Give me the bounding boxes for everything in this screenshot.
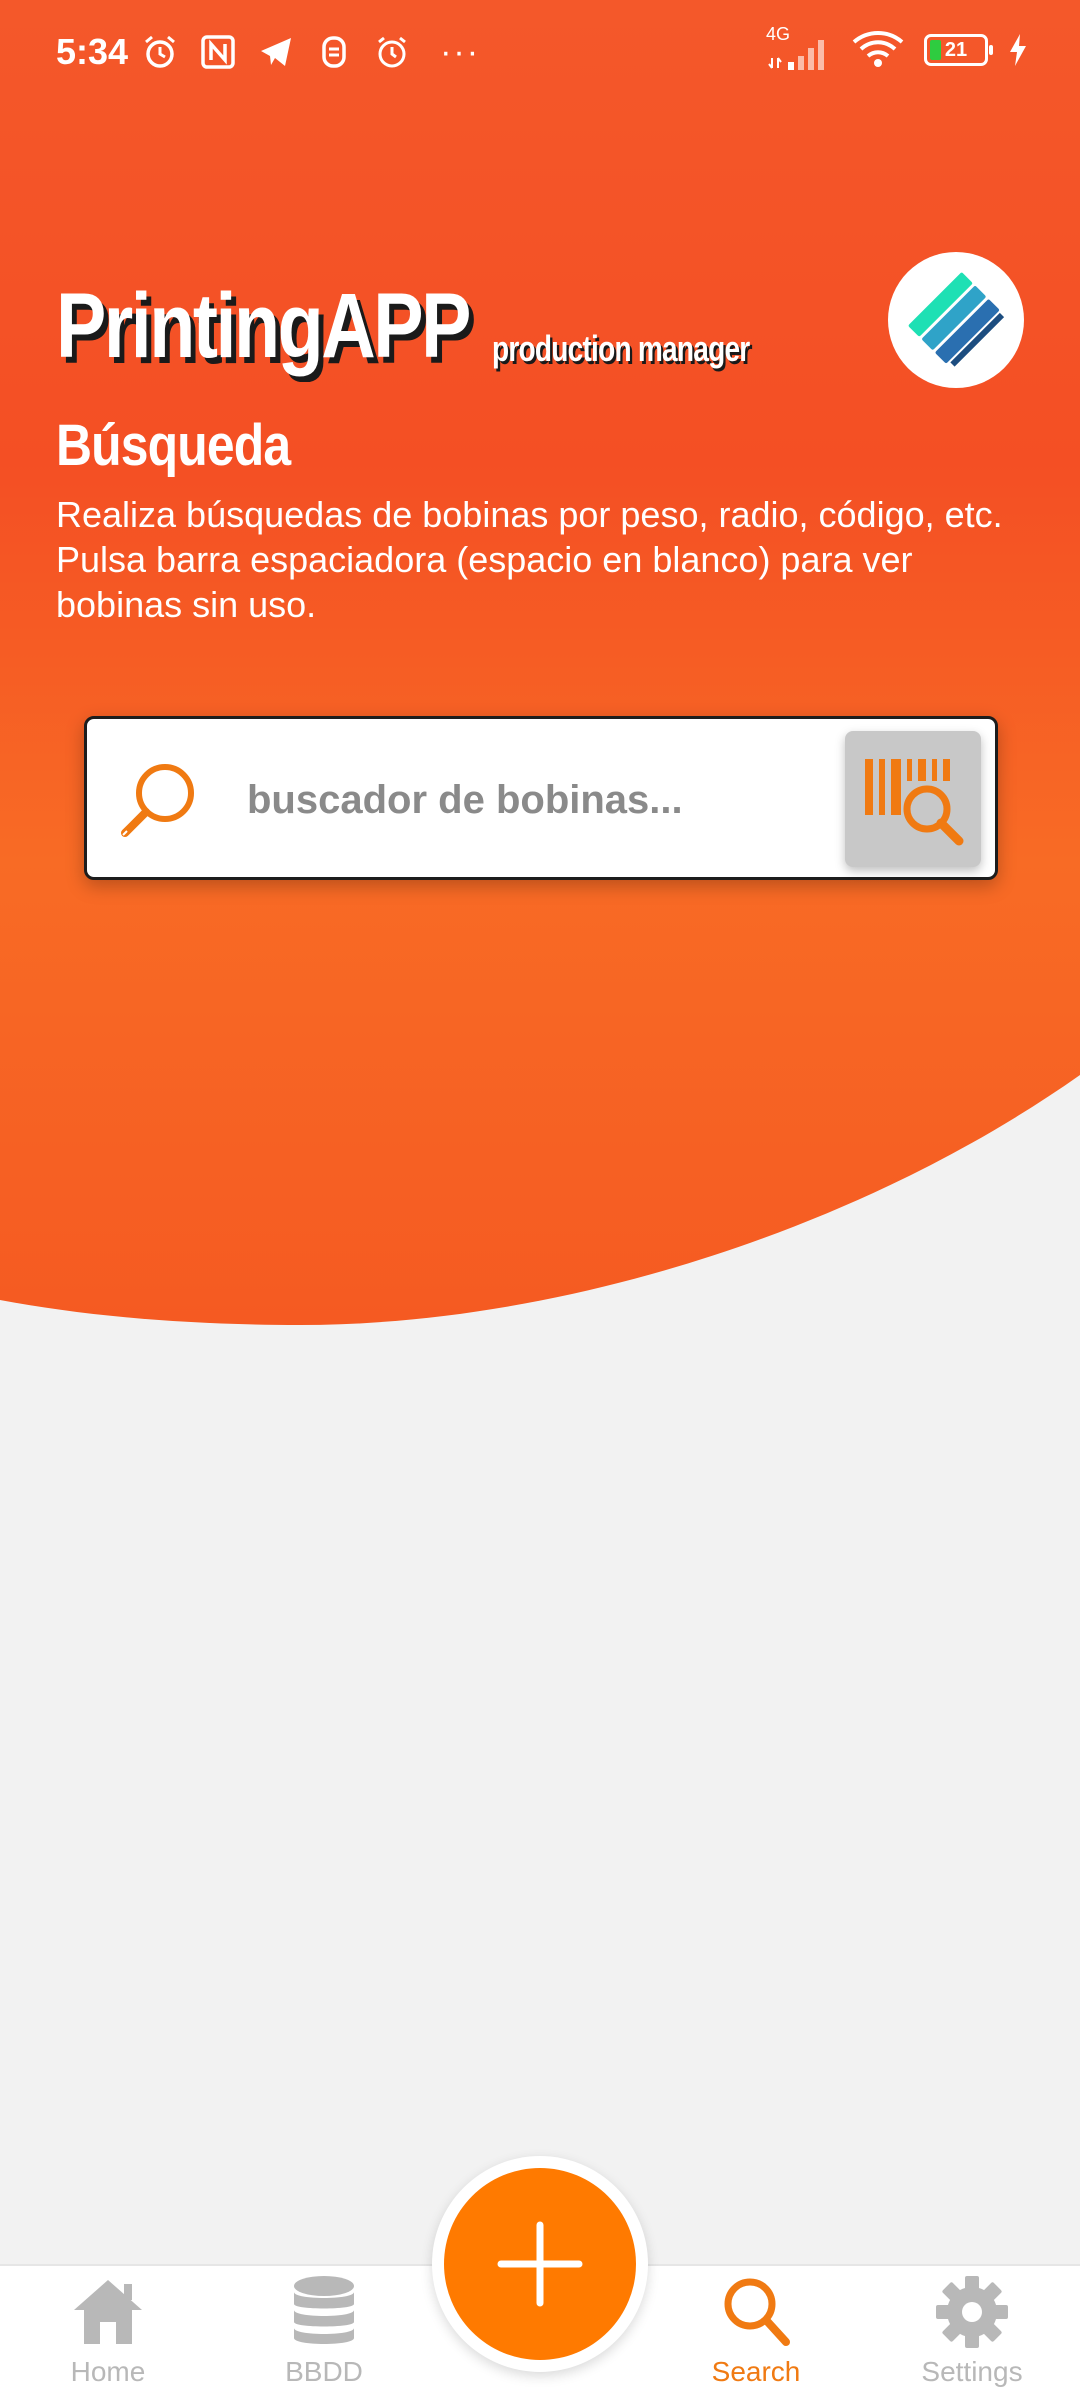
wifi-icon xyxy=(852,31,904,67)
app-header: PrintingAPP production manager xyxy=(56,280,822,372)
gear-icon xyxy=(936,2276,1008,2348)
status-time: 5:34 xyxy=(56,31,129,72)
nav-label-bbdd: BBDD xyxy=(285,2356,363,2387)
search-screen: 5:34 ··· 4G 21 PrintingAPP production ma… xyxy=(0,0,1080,2400)
more-notifications-icon: ··· xyxy=(440,32,481,71)
nfc-icon xyxy=(201,35,235,69)
alarm-icon xyxy=(378,36,406,68)
search-icon xyxy=(724,2278,790,2346)
nav-label-search: Search xyxy=(711,2356,801,2387)
nav-item-home[interactable]: Home xyxy=(18,2272,198,2400)
search-input[interactable] xyxy=(247,759,907,841)
notification-icons: ··· xyxy=(142,33,480,72)
nav-item-search[interactable]: Search xyxy=(666,2272,846,2400)
plus-icon xyxy=(497,2221,583,2307)
database-icon xyxy=(294,2276,354,2344)
app-notification-icon xyxy=(322,36,346,68)
alarm-clock-icon xyxy=(145,35,176,68)
app-name: PrintingAPP xyxy=(56,275,471,377)
hero-background xyxy=(0,0,1080,1325)
home-icon xyxy=(74,2280,142,2344)
battery-indicator: 21 xyxy=(924,34,993,66)
barcode-scan-button[interactable] xyxy=(845,731,981,867)
page-description: Realiza búsquedas de bobinas por peso, r… xyxy=(56,494,1003,625)
system-indicators: 4G 21 xyxy=(766,24,1028,72)
barcode-search-icon xyxy=(865,759,964,846)
status-bar: 5:34 ··· 4G 21 xyxy=(0,0,1080,104)
nav-item-settings[interactable]: Settings xyxy=(882,2272,1062,2400)
cellular-signal-icon: 4G xyxy=(766,24,832,72)
stacked-layers-icon xyxy=(908,272,1005,367)
app-tagline: production manager xyxy=(491,328,750,369)
nav-label-settings: Settings xyxy=(921,2356,1023,2387)
search-bar xyxy=(84,716,998,880)
add-button[interactable] xyxy=(444,2168,636,2360)
nav-item-bbdd[interactable]: BBDD xyxy=(234,2272,414,2400)
charging-icon xyxy=(1010,34,1026,66)
battery-level: 21 xyxy=(944,38,968,61)
telegram-icon xyxy=(261,38,292,66)
app-logo[interactable] xyxy=(888,252,1024,388)
search-icon xyxy=(121,764,194,837)
page-title: Búsqueda xyxy=(56,413,291,478)
nav-label-home: Home xyxy=(70,2356,146,2387)
